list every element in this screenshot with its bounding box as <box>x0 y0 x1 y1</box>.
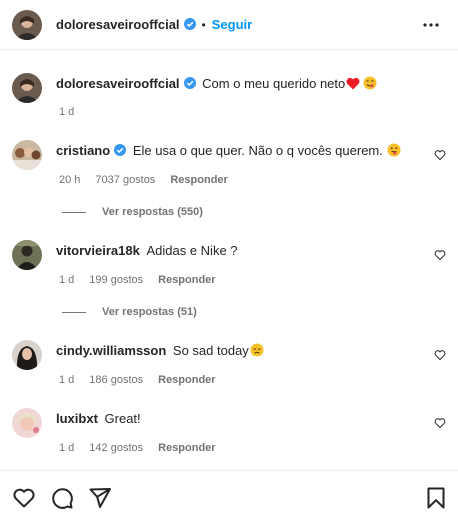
comment-text: Ele usa o que quer. Não o q vocês querem… <box>132 143 383 158</box>
view-replies-label: Ver respostas (51) <box>102 306 197 318</box>
reply-button[interactable]: Responder <box>158 374 215 386</box>
comment-likes[interactable]: 186 gostos <box>89 374 143 386</box>
comment-time: 1 d <box>59 374 75 386</box>
replies-divider <box>62 311 86 313</box>
view-replies-button[interactable]: Ver respostas (51) <box>62 306 197 318</box>
follow-button[interactable]: Seguir <box>212 17 252 32</box>
caption-avatar[interactable] <box>12 73 42 103</box>
footer-divider <box>0 470 458 471</box>
comment-time: 1 d <box>59 274 75 286</box>
author-avatar[interactable] <box>12 10 42 40</box>
caption-line: doloresaveirooffcial Com o meu querido n… <box>56 76 377 91</box>
like-heart-icon[interactable] <box>434 249 446 261</box>
comment-meta: 1 d 142 gostos Responder <box>59 442 231 454</box>
comment-username[interactable]: vitorvieira18k <box>56 243 140 258</box>
comment-line: vitorvieira18k Adidas e Nike ? <box>56 243 238 258</box>
post-header: doloresaveirooffcial • Seguir <box>0 0 458 50</box>
winking-tongue-emoji-icon <box>387 143 401 157</box>
verified-badge-icon <box>114 144 127 156</box>
disappointed-face-emoji-icon <box>250 343 264 357</box>
reply-button[interactable]: Responder <box>158 274 215 286</box>
comment-text: So sad today <box>172 343 249 358</box>
comment-bubble-icon[interactable] <box>50 486 74 510</box>
comment-likes[interactable]: 142 gostos <box>89 442 143 454</box>
like-heart-icon[interactable] <box>434 349 446 361</box>
comment-username[interactable]: luxibxt <box>56 411 98 426</box>
like-heart-icon[interactable] <box>434 149 446 161</box>
caption-time: 1 d <box>59 106 75 118</box>
share-paper-plane-icon[interactable] <box>88 486 112 510</box>
red-heart-emoji-icon <box>346 77 360 90</box>
comment-meta: 1 d 186 gostos Responder <box>59 374 231 386</box>
view-replies-label: Ver respostas (550) <box>102 206 203 218</box>
caption-text: Com o meu querido neto <box>202 76 346 91</box>
comment-line: cristiano Ele usa o que quer. Não o q vo… <box>56 143 401 158</box>
like-heart-icon[interactable] <box>434 417 446 429</box>
comment-meta: 20 h 7037 gostos Responder <box>59 174 243 186</box>
verified-badge-icon <box>183 77 196 89</box>
caption-username[interactable]: doloresaveirooffcial <box>56 76 180 91</box>
comment-avatar[interactable] <box>12 408 42 438</box>
comment-time: 1 d <box>59 442 75 454</box>
comment-likes[interactable]: 199 gostos <box>89 274 143 286</box>
comment-time: 20 h <box>59 174 81 186</box>
replies-divider <box>62 211 86 213</box>
comment-line: luxibxt Great! <box>56 411 141 426</box>
comment-text: Adidas e Nike ? <box>146 243 238 258</box>
header-author-line: doloresaveirooffcial • Seguir <box>56 16 252 34</box>
reply-button[interactable]: Responder <box>170 174 227 186</box>
more-horizontal-icon[interactable] <box>422 16 440 34</box>
comment-meta: 1 d 199 gostos Responder <box>59 274 231 286</box>
face-savoring-emoji-icon <box>363 76 377 90</box>
view-replies-button[interactable]: Ver respostas (550) <box>62 206 203 218</box>
comment-avatar[interactable] <box>12 140 42 170</box>
author-username[interactable]: doloresaveirooffcial <box>56 17 180 32</box>
like-post-heart-icon[interactable] <box>12 486 36 510</box>
comment-avatar[interactable] <box>12 340 42 370</box>
comment-text: Great! <box>104 411 141 426</box>
comment-username[interactable]: cristiano <box>56 143 110 158</box>
verified-badge-icon <box>183 18 196 30</box>
separator-dot: • <box>201 18 206 32</box>
save-bookmark-icon[interactable] <box>424 486 448 510</box>
comment-avatar[interactable] <box>12 240 42 270</box>
comment-username[interactable]: cindy.williamsson <box>56 343 166 358</box>
comment-likes[interactable]: 7037 gostos <box>95 174 155 186</box>
comment-line: cindy.williamsson So sad today <box>56 343 264 358</box>
reply-button[interactable]: Responder <box>158 442 215 454</box>
